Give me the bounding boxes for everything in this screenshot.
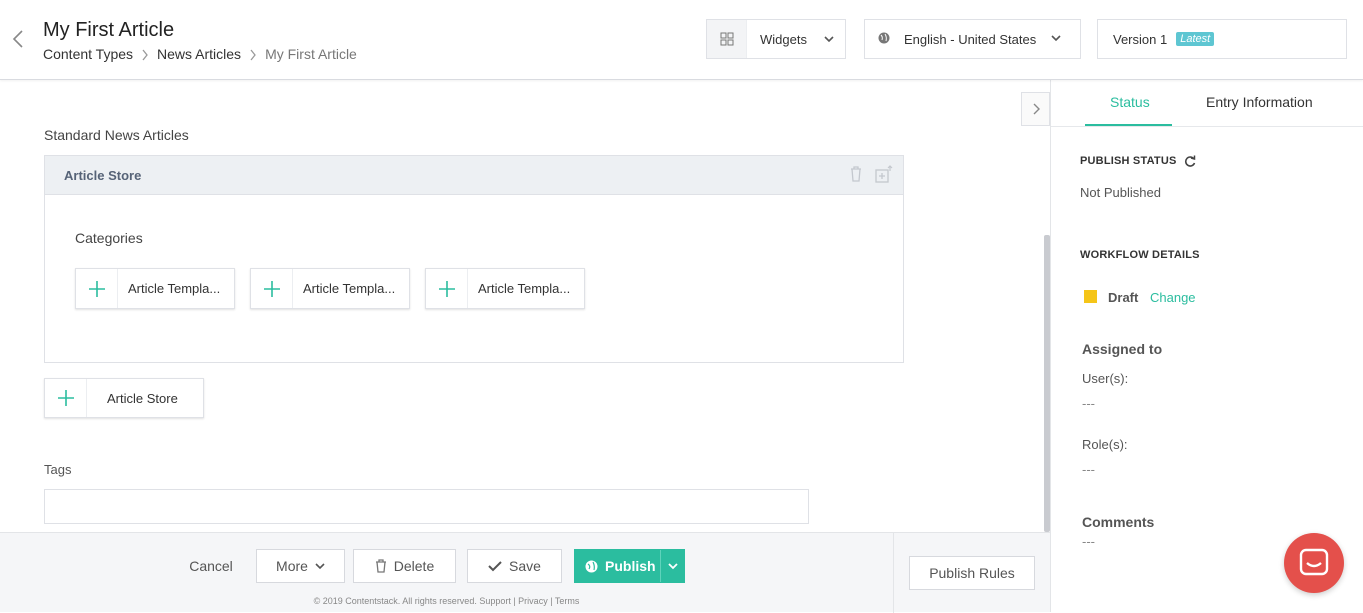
more-button[interactable]: More	[256, 549, 345, 583]
comments-heading: Comments	[1082, 514, 1155, 530]
entry-editor: Standard News Articles Article Store Cat…	[0, 80, 1050, 532]
page-title: My First Article	[43, 19, 175, 41]
publish-status-heading: PUBLISH STATUS	[1080, 155, 1177, 167]
publish-status-value: Not Published	[1080, 185, 1161, 200]
language-dropdown[interactable]: English - United States	[864, 19, 1081, 59]
draft-stage-swatch	[1084, 290, 1097, 303]
chat-icon	[1299, 548, 1329, 576]
breadcrumb: Content Types News Articles My First Art…	[43, 46, 357, 62]
add-article-template-button[interactable]: Article Templa...	[250, 268, 410, 309]
tags-label: Tags	[44, 462, 72, 477]
globe-icon	[878, 32, 890, 47]
template-label: Article Templa...	[128, 281, 221, 296]
chevron-down-icon	[315, 563, 325, 570]
copyright-text: © 2019 Contentstack. All rights reserved…	[313, 596, 580, 606]
plus-icon	[76, 269, 118, 308]
footer-divider	[893, 533, 894, 613]
publish-button[interactable]: Publish	[574, 549, 685, 583]
version-selector[interactable]: Version 1 Latest	[1097, 19, 1347, 59]
chevron-down-icon	[1050, 32, 1062, 47]
widgets-dropdown[interactable]: Widgets	[706, 19, 846, 59]
workflow-stage: Draft	[1108, 290, 1139, 305]
trash-icon	[375, 559, 386, 573]
tabs-divider	[1051, 126, 1363, 127]
plus-icon	[45, 379, 87, 417]
tags-input[interactable]	[44, 489, 809, 524]
group-header: Article Store	[45, 156, 903, 195]
trash-icon[interactable]	[849, 165, 863, 186]
publish-rules-button[interactable]: Publish Rules	[909, 556, 1035, 590]
change-stage-link[interactable]: Change	[1150, 290, 1196, 305]
group-title: Article Store	[64, 167, 142, 183]
chat-launcher-button[interactable]	[1284, 533, 1344, 593]
tab-status[interactable]: Status	[1110, 94, 1150, 110]
save-button[interactable]: Save	[467, 549, 562, 583]
comments-value: ---	[1082, 534, 1095, 549]
globe-icon	[585, 560, 598, 572]
section-label: Standard News Articles	[44, 127, 189, 143]
more-label: More	[276, 558, 308, 574]
breadcrumb-content-types[interactable]: Content Types	[43, 46, 133, 62]
template-label: Article Templa...	[303, 281, 396, 296]
chevron-right-icon	[141, 48, 149, 61]
chevron-right-icon	[1033, 103, 1040, 115]
breadcrumb-news-articles[interactable]: News Articles	[157, 46, 241, 62]
add-article-template-button[interactable]: Article Templa...	[425, 268, 585, 309]
check-icon	[488, 561, 502, 572]
tab-entry-information[interactable]: Entry Information	[1206, 94, 1313, 110]
chevron-right-icon	[249, 48, 257, 61]
latest-badge: Latest	[1176, 32, 1215, 46]
add-button-label: Article Store	[107, 390, 178, 406]
plus-icon	[426, 269, 468, 308]
publish-label: Publish	[605, 558, 656, 574]
assigned-heading: Assigned to	[1082, 341, 1163, 357]
categories-label: Categories	[75, 230, 143, 246]
plus-icon	[251, 269, 293, 308]
publish-options-toggle[interactable]	[660, 550, 684, 582]
delete-button[interactable]: Delete	[353, 549, 456, 583]
breadcrumb-current: My First Article	[265, 46, 357, 62]
refresh-icon[interactable]	[1184, 154, 1196, 172]
users-value: ---	[1082, 396, 1095, 411]
chevron-down-icon	[667, 563, 678, 570]
delete-label: Delete	[393, 558, 435, 574]
roles-label: Role(s):	[1082, 437, 1128, 452]
article-store-group: Article Store Categories Article Templa.…	[44, 155, 904, 363]
collapse-panel-button[interactable]	[1021, 92, 1050, 126]
workflow-heading: WORKFLOW DETAILS	[1080, 249, 1200, 261]
template-label: Article Templa...	[478, 281, 571, 296]
add-article-store-button[interactable]: Article Store	[44, 378, 204, 418]
users-label: User(s):	[1082, 371, 1129, 386]
version-label: Version 1	[1113, 31, 1168, 47]
cancel-button[interactable]: Cancel	[180, 549, 242, 583]
language-label: English - United States	[904, 31, 1037, 47]
back-arrow-icon[interactable]	[10, 28, 26, 50]
roles-value: ---	[1082, 462, 1095, 477]
add-article-template-button[interactable]: Article Templa...	[75, 268, 235, 309]
widgets-label: Widgets	[760, 31, 807, 47]
chevron-down-icon	[823, 33, 835, 48]
action-footer: Cancel More Delete Save Publish © 2019 C…	[0, 532, 1050, 613]
insert-block-icon[interactable]	[875, 165, 893, 186]
grid-icon	[707, 20, 747, 58]
save-label: Save	[509, 558, 541, 574]
page-header: My First Article Content Types News Arti…	[0, 0, 1363, 80]
